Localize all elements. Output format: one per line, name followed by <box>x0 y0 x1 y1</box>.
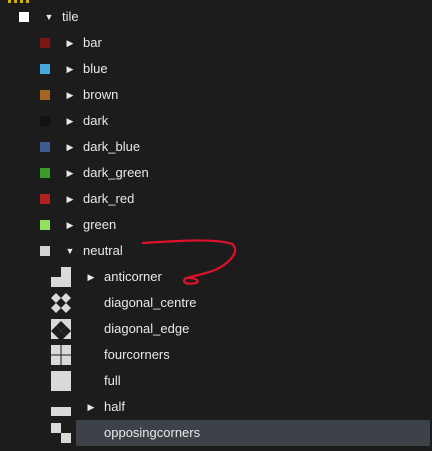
tree-item-full[interactable]: full <box>0 368 432 394</box>
tree-item-label: full <box>104 373 121 388</box>
color-swatch-icon <box>34 162 56 184</box>
tree-item-label: neutral <box>83 243 123 258</box>
diagonal-edge-thumb-icon <box>50 318 72 340</box>
caret-right-icon[interactable]: ▶ <box>65 90 75 100</box>
caret-right-icon[interactable]: ▶ <box>65 116 75 126</box>
color-swatch-icon <box>34 240 56 262</box>
caret-right-icon[interactable]: ▶ <box>86 402 96 412</box>
caret-down-icon[interactable]: ▼ <box>65 246 75 256</box>
color-swatch-icon <box>34 214 56 236</box>
tile-swatch <box>13 6 35 28</box>
fourcorners-thumb-icon <box>50 344 72 366</box>
tree-item-half[interactable]: ▶ half <box>0 394 432 420</box>
tree-item-blue[interactable]: ▶ blue <box>0 56 432 82</box>
tree-item-label: diagonal_centre <box>104 295 197 310</box>
caret-right-icon[interactable]: ▶ <box>65 220 75 230</box>
tree-item-dark-red[interactable]: ▶ dark_red <box>0 186 432 212</box>
tree-item-label: half <box>104 399 125 414</box>
tree-item-fourcorners[interactable]: fourcorners <box>0 342 432 368</box>
color-swatch-icon <box>34 84 56 106</box>
tree-item-label: anticorner <box>104 269 162 284</box>
color-swatch-icon <box>34 188 56 210</box>
tree-item-dark-blue[interactable]: ▶ dark_blue <box>0 134 432 160</box>
tree-item-label: diagonal_edge <box>104 321 190 336</box>
tree-item-diagonal-centre[interactable]: diagonal_centre <box>0 290 432 316</box>
tree-item-label: bar <box>83 35 102 50</box>
tree-item-label: dark_green <box>83 165 149 180</box>
tree-item-bar[interactable]: ▶ bar <box>0 30 432 56</box>
tree-item-anticorner[interactable]: ▶ anticorner <box>0 264 432 290</box>
tree-item-tile[interactable]: ▼ tile <box>0 4 432 30</box>
asset-tree: ▼ tile ▶ bar ▶ blue ▶ brown ▶ dark ▶ dark_blue ▶ da… <box>0 4 432 446</box>
caret-right-icon[interactable]: ▶ <box>65 168 75 178</box>
tree-item-diagonal-edge[interactable]: diagonal_edge <box>0 316 432 342</box>
tree-item-label: opposingcorners <box>104 425 201 440</box>
tree-item-label: fourcorners <box>104 347 170 362</box>
color-swatch-icon <box>34 58 56 80</box>
caret-right-icon[interactable]: ▶ <box>65 142 75 152</box>
color-swatch-icon <box>34 136 56 158</box>
tree-item-opposingcorners[interactable]: opposingcorners <box>51 420 430 446</box>
tree-item-green[interactable]: ▶ green <box>0 212 432 238</box>
tree-item-neutral[interactable]: ▼ neutral <box>0 238 432 264</box>
tree-item-dark-green[interactable]: ▶ dark_green <box>0 160 432 186</box>
tree-item-label: green <box>83 217 117 232</box>
color-swatch-icon <box>34 32 56 54</box>
tree-item-label: dark_red <box>83 191 135 206</box>
caret-right-icon[interactable]: ▶ <box>65 64 75 74</box>
full-thumb-icon <box>50 370 72 392</box>
caret-right-icon[interactable]: ▶ <box>65 194 75 204</box>
tree-item-dark[interactable]: ▶ dark <box>0 108 432 134</box>
tree-item-label: brown <box>83 87 119 102</box>
color-swatch-icon <box>34 110 56 132</box>
half-thumb-icon <box>50 396 72 418</box>
diagonal-centre-thumb-icon <box>50 292 72 314</box>
caret-down-icon[interactable]: ▼ <box>44 12 54 22</box>
tree-item-label: tile <box>62 9 79 24</box>
caret-right-icon[interactable]: ▶ <box>86 272 96 282</box>
tree-item-brown[interactable]: ▶ brown <box>0 82 432 108</box>
top-edge-marker <box>8 0 32 3</box>
opposingcorners-thumb-icon <box>50 422 72 444</box>
anticorner-thumb-icon <box>50 266 72 288</box>
caret-right-icon[interactable]: ▶ <box>65 38 75 48</box>
tree-item-label: blue <box>83 61 108 76</box>
tree-item-label: dark_blue <box>83 139 141 154</box>
tree-item-label: dark <box>83 113 109 128</box>
